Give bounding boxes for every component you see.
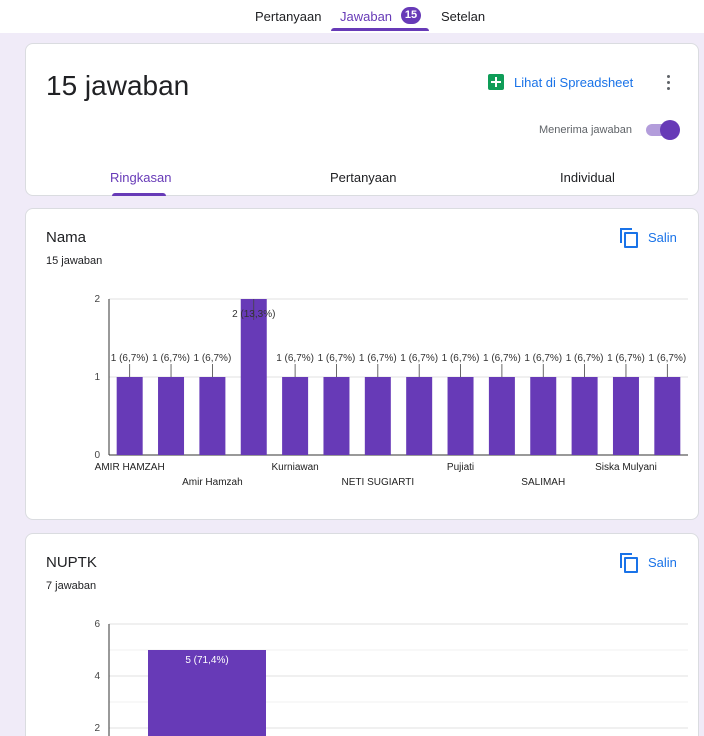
question-response-count: 15 jawaban <box>46 255 103 267</box>
toggle-knob <box>660 120 680 140</box>
summary-tab-indicator <box>112 193 166 196</box>
copy-icon <box>620 228 638 248</box>
data-label: 1 (6,7%) <box>318 353 356 364</box>
copy-chart-button[interactable]: Salin <box>620 552 677 573</box>
question-title: Nama <box>46 229 87 246</box>
data-label: 1 (6,7%) <box>111 353 149 364</box>
data-label: 2 (13,3%) <box>232 309 275 320</box>
tab-setelan[interactable]: Setelan <box>441 9 485 24</box>
view-in-spreadsheet-link[interactable]: Lihat di Spreadsheet <box>488 72 633 92</box>
x-tick-label: Amir Hamzah <box>182 477 243 488</box>
bar <box>406 377 433 455</box>
sheet-link-label: Lihat di Spreadsheet <box>514 74 634 90</box>
bar <box>240 299 267 455</box>
data-label: 1 (6,7%) <box>359 353 397 364</box>
response-total-title: 15 jawaban <box>46 70 190 101</box>
x-tick-label: Kurniawan <box>271 462 318 473</box>
data-label: 1 (6,7%) <box>193 353 231 364</box>
data-label: 1 (6,7%) <box>152 353 190 364</box>
more-vert-icon[interactable] <box>662 73 674 93</box>
bar <box>158 377 185 455</box>
tab-individual[interactable]: Individual <box>560 170 615 185</box>
bar <box>323 377 350 455</box>
bar <box>199 377 226 455</box>
x-tick-label: Siska Mulyani <box>595 462 657 473</box>
x-tick-label: SALIMAH <box>521 477 565 488</box>
bar <box>488 377 515 455</box>
accepting-responses-toggle[interactable] <box>644 120 680 140</box>
summary-card: 15 jawaban Lihat di Spreadsheet Menerima… <box>25 43 699 196</box>
nuptk-bar-chart: 2 4 6 5 (71,4%) <box>94 619 688 736</box>
data-label: 1 (6,7%) <box>483 353 521 364</box>
data-label: 1 (6,7%) <box>566 353 604 364</box>
bar <box>530 377 557 455</box>
data-label: 1 (6,7%) <box>607 353 645 364</box>
bar <box>571 377 598 455</box>
question-title: NUPTK <box>46 554 97 571</box>
bar <box>654 377 681 455</box>
x-tick-label: Pujiati <box>447 462 474 473</box>
question-card-nama: Nama 15 jawaban Salin 0121 (6,7%) 1 (6,7%… <box>25 208 699 520</box>
bar <box>447 377 474 455</box>
copy-label: Salin <box>648 229 677 245</box>
x-tick-label: AMIR HAMZAH <box>95 462 165 473</box>
tab-ringkasan[interactable]: Ringkasan <box>110 170 171 185</box>
copy-chart-button[interactable]: Salin <box>620 227 677 248</box>
y-tick-label: 0 <box>94 450 100 461</box>
data-label: 1 (6,7%) <box>524 353 562 364</box>
y-tick-label: 2 <box>94 723 100 734</box>
sheets-icon <box>488 74 504 90</box>
data-label: 1 (6,7%) <box>276 353 314 364</box>
y-tick-label: 6 <box>94 619 100 630</box>
data-label: 5 (71,4%) <box>185 655 228 666</box>
response-count-badge: 15 <box>401 7 421 24</box>
accepting-responses-label: Menerima jawaban <box>539 124 632 136</box>
y-tick-label: 2 <box>94 294 100 305</box>
data-label: 1 (6,7%) <box>400 353 438 364</box>
tab-jawaban[interactable]: Jawaban <box>340 9 392 24</box>
data-label: 1 (6,7%) <box>648 353 686 364</box>
copy-label: Salin <box>648 554 677 570</box>
tab-sub-pertanyaan[interactable]: Pertanyaan <box>330 170 397 185</box>
bar <box>612 377 639 455</box>
x-tick-label: NETI SUGIARTI <box>342 477 415 488</box>
active-tab-indicator <box>331 28 429 31</box>
data-label: 1 (6,7%) <box>442 353 480 364</box>
question-card-nuptk: NUPTK 7 jawaban Salin 2 4 6 5 (71,4%) <box>25 533 699 736</box>
question-response-count: 7 jawaban <box>46 580 97 592</box>
y-tick-label: 1 <box>94 372 100 383</box>
nama-bar-chart: 0121 (6,7%) 1 (6,7%) 1 (6,7%)2 (13,3%)1 (6… <box>94 294 688 488</box>
bar <box>116 377 143 455</box>
top-nav: Pertanyaan Jawaban 15 Setelan <box>0 0 704 33</box>
bar <box>282 377 309 455</box>
tab-pertanyaan[interactable]: Pertanyaan <box>255 9 322 24</box>
y-tick-label: 4 <box>94 671 100 682</box>
copy-icon <box>620 553 638 573</box>
bar <box>364 377 391 455</box>
